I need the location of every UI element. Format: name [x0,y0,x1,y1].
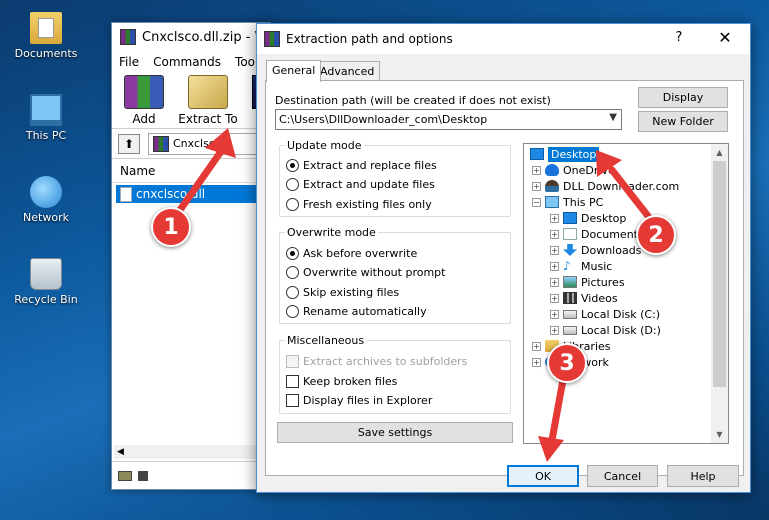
arrow-2-shaft [608,166,652,220]
arrow-1-shaft [176,146,226,214]
annotation-marker-3: 3 [547,343,587,383]
arrow-3-head [538,436,564,462]
annotation-marker-1: 1 [151,207,191,247]
annotation-marker-2: 2 [636,215,676,255]
arrow-3-shaft [548,376,567,444]
annotation-arrows [176,128,652,462]
